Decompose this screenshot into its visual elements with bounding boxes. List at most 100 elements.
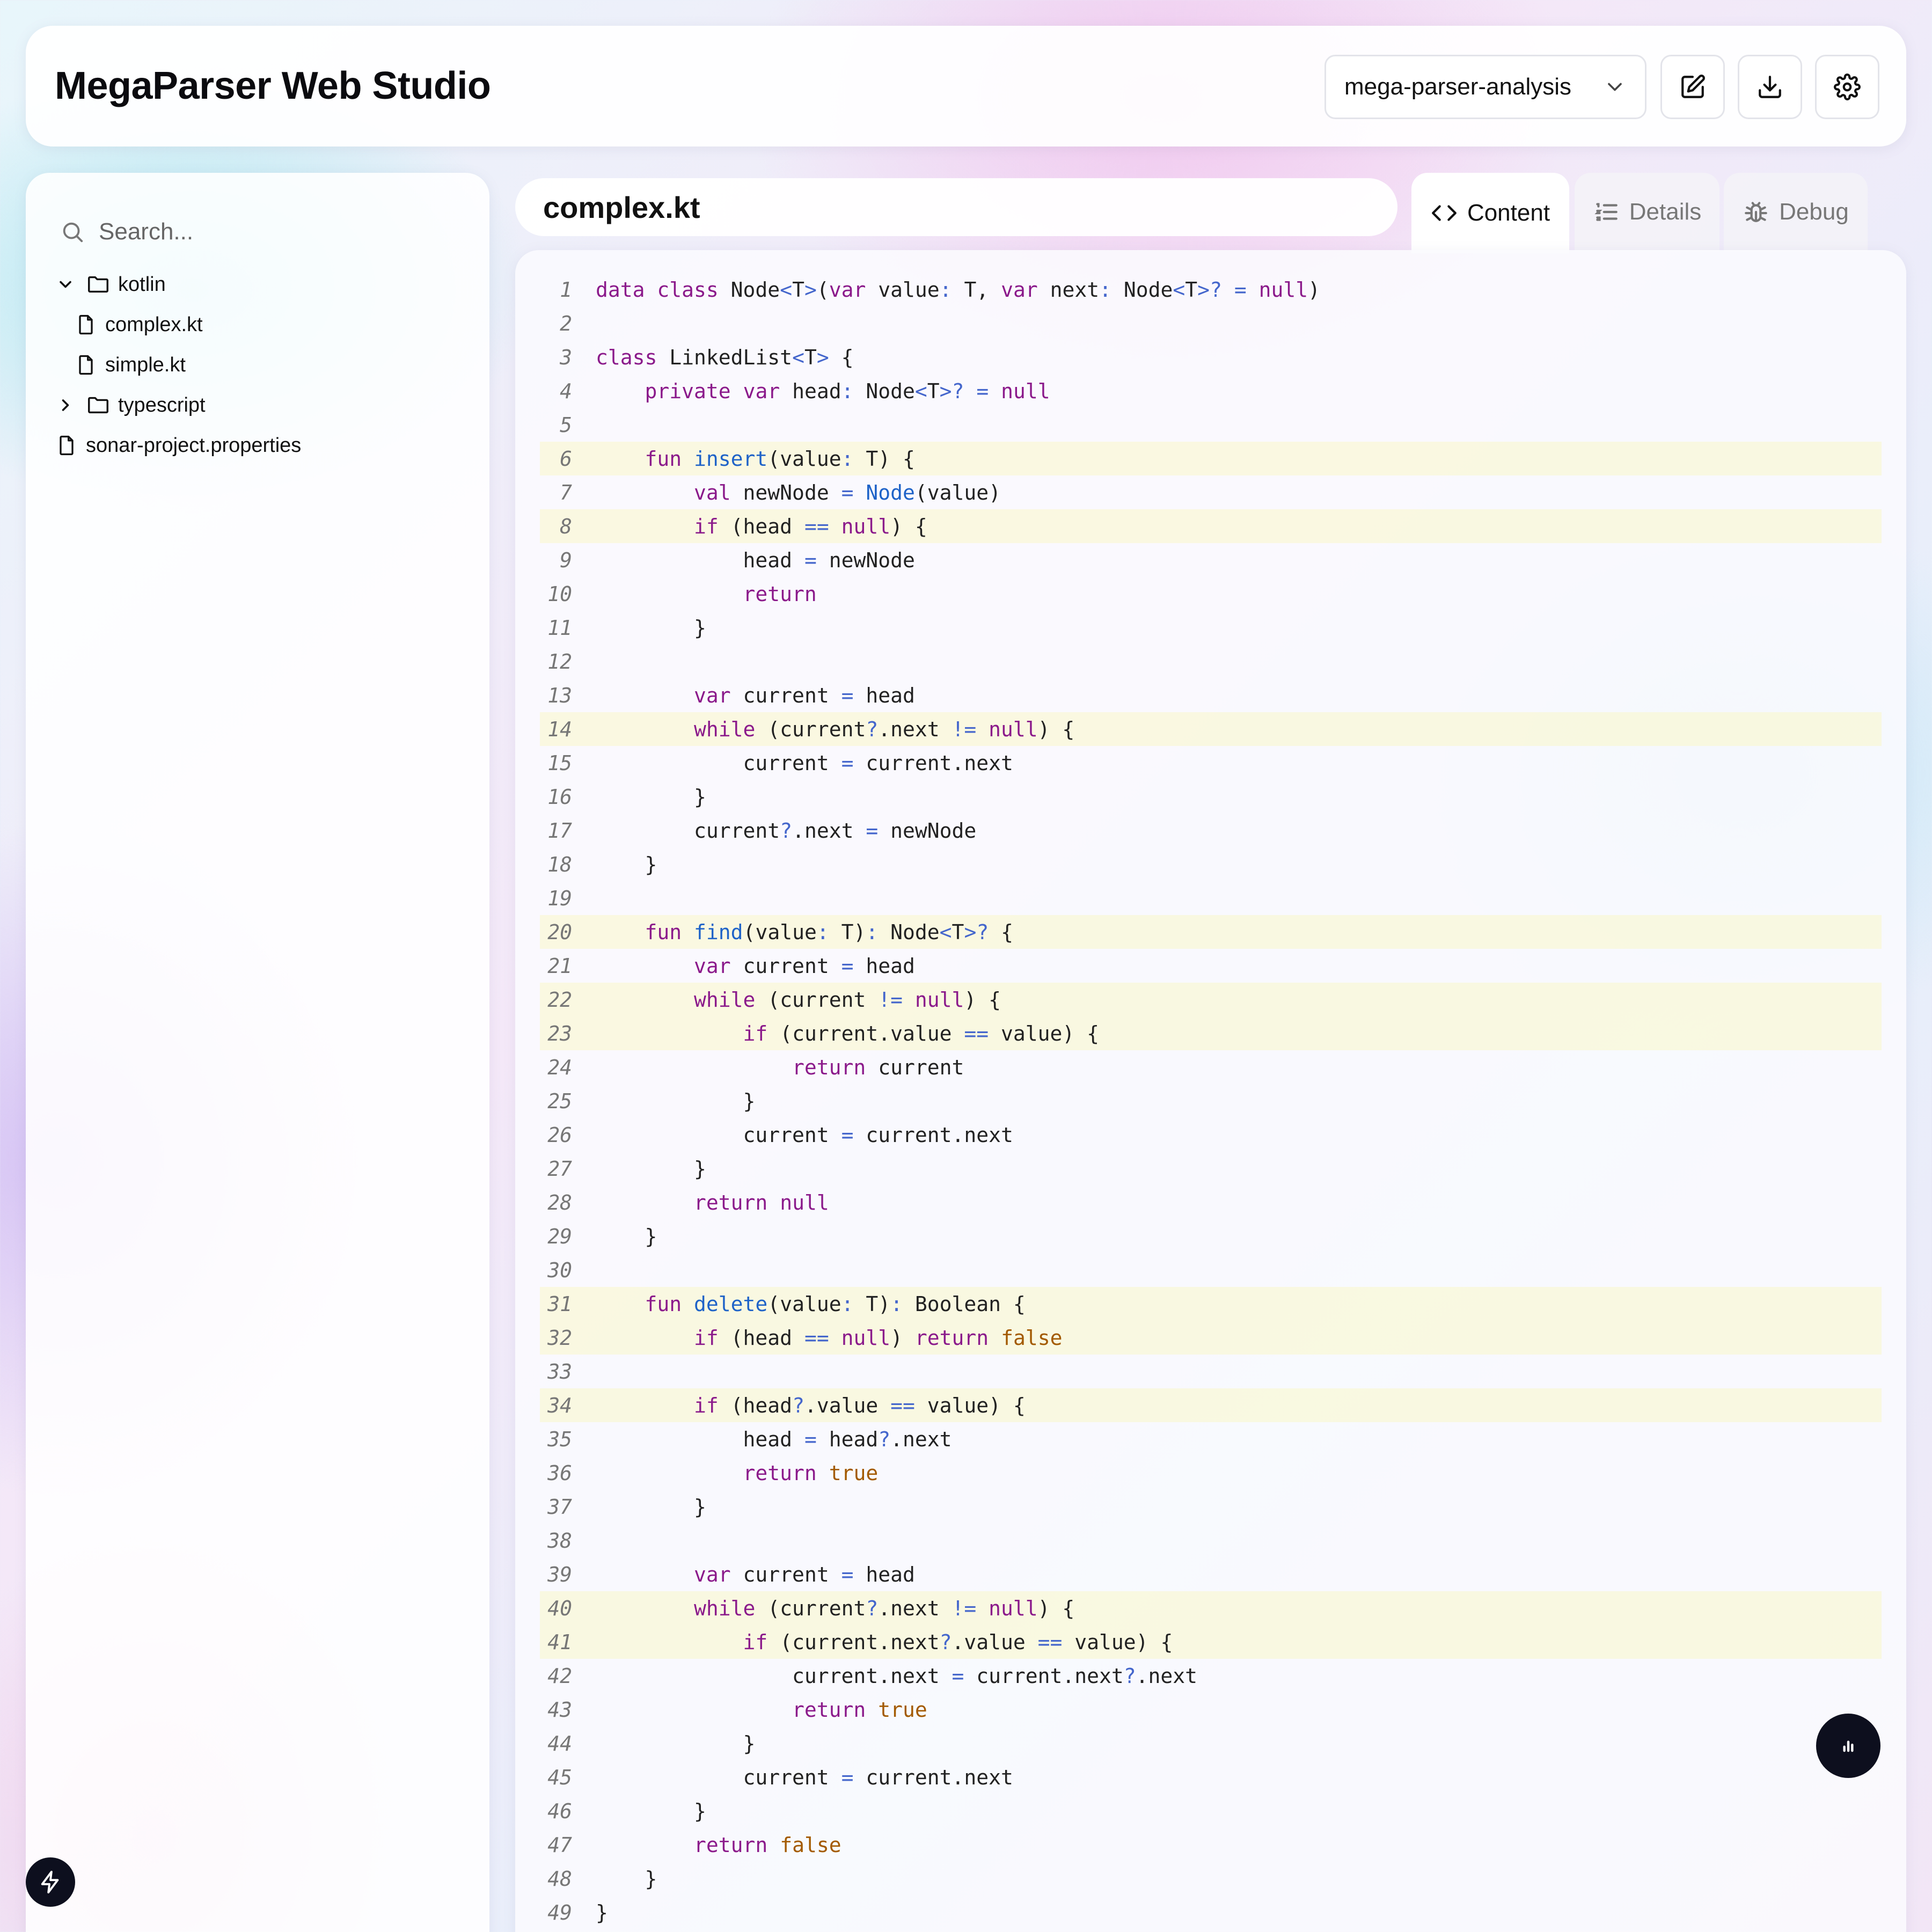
code-line: 38 — [540, 1524, 1882, 1557]
tab-label: Content — [1467, 200, 1550, 226]
code-line: 5 — [540, 408, 1882, 442]
file-icon — [60, 435, 74, 456]
code-line: 40 while (current?.next != null) { — [540, 1591, 1882, 1625]
line-text: return current — [792, 1055, 964, 1079]
file-title-bar: complex.kt — [515, 178, 1397, 236]
stats-fab-button[interactable] — [1816, 1714, 1880, 1778]
code-line: 14 while (current?.next != null) { — [540, 712, 1882, 746]
settings-button[interactable] — [1815, 55, 1879, 119]
code-line: 2 — [540, 306, 1882, 340]
line-number: 41 — [547, 1630, 572, 1654]
edit-button[interactable] — [1660, 55, 1725, 119]
tree-item-label: simple.kt — [105, 353, 186, 376]
code-line: 47 return false — [540, 1828, 1882, 1862]
line-number: 30 — [547, 1258, 572, 1282]
line-text: } — [596, 1157, 706, 1181]
tree-folder-typescript[interactable]: typescript — [56, 386, 206, 424]
line-text: } — [596, 1731, 756, 1755]
line-text: val newNode = Node(value) — [694, 480, 1001, 504]
tab-label: Debug — [1779, 199, 1849, 225]
code-line: 30 — [540, 1253, 1882, 1287]
search-icon — [63, 222, 83, 243]
code-line: 22 while (current != null) { — [540, 983, 1882, 1016]
line-text: return — [743, 582, 817, 606]
line-number: 18 — [547, 852, 572, 876]
line-text: var current = head — [694, 1562, 915, 1586]
code-line: 29 } — [540, 1219, 1882, 1253]
line-text: class LinkedList<T> { — [596, 345, 854, 369]
line-text: var current = head — [694, 683, 915, 707]
bug-icon — [1745, 202, 1767, 222]
line-text: fun find(value: T): Node<T>? { — [645, 920, 1013, 944]
tree-item-label: typescript — [118, 393, 206, 416]
line-number: 1 — [560, 277, 572, 302]
code-line: 20 fun find(value: T): Node<T>? { — [540, 915, 1882, 949]
line-number: 49 — [547, 1900, 572, 1924]
tree-file-sonar-project-properties[interactable]: sonar-project.properties — [55, 427, 301, 464]
tree-file-complex-kt[interactable]: complex.kt — [74, 306, 203, 343]
code-line: 36 return true — [540, 1456, 1882, 1490]
code-line: 26 current = current.next — [540, 1118, 1882, 1152]
line-number: 14 — [547, 717, 572, 741]
line-number: 24 — [547, 1055, 572, 1079]
line-number: 44 — [547, 1731, 572, 1755]
chevron-right-icon — [62, 399, 69, 411]
line-text: } — [596, 1867, 657, 1891]
tree-file-simple-kt[interactable]: simple.kt — [74, 346, 186, 384]
tab-details[interactable]: Details — [1575, 173, 1719, 251]
file-title: complex.kt — [543, 190, 700, 224]
code-line: 25 } — [540, 1084, 1882, 1118]
line-text: private var head: Node<T>? = null — [645, 379, 1050, 403]
line-text: } — [596, 1799, 706, 1823]
code-line: 31 fun delete(value: T): Boolean { — [540, 1287, 1882, 1321]
download-button[interactable] — [1738, 55, 1802, 119]
code-editor[interactable]: 1 data class Node<T>(var value: T, var ne… — [515, 250, 1906, 1932]
line-number: 43 — [547, 1697, 572, 1722]
line-text: if (head?.value == value) { — [694, 1393, 1026, 1417]
tree-folder-kotlin[interactable]: kotlin — [56, 266, 166, 303]
line-number: 17 — [547, 818, 572, 843]
line-text: if (current.value == value) { — [743, 1021, 1100, 1045]
line-text: } — [596, 1495, 706, 1519]
code-line: 43 return true — [540, 1693, 1882, 1726]
line-number: 45 — [547, 1765, 572, 1789]
line-number: 2 — [560, 311, 572, 335]
line-number: 34 — [547, 1393, 572, 1417]
file-icon — [79, 314, 93, 335]
search-input[interactable] — [99, 218, 421, 245]
line-text: if (head == null) return false — [694, 1326, 1063, 1350]
line-text: return true — [743, 1461, 879, 1485]
line-number: 39 — [547, 1562, 572, 1586]
code-line: 44 } — [540, 1726, 1882, 1760]
code-line: 46 } — [540, 1794, 1882, 1828]
line-number: 38 — [547, 1528, 572, 1553]
tab-debug[interactable]: Debug — [1724, 173, 1868, 251]
line-number: 12 — [547, 649, 572, 674]
code-line: 49} — [540, 1896, 1882, 1929]
line-number: 4 — [560, 379, 572, 403]
line-number: 36 — [547, 1461, 572, 1485]
code-line: 17 current?.next = newNode — [540, 814, 1882, 847]
project-select[interactable]: mega-parser-analysis — [1324, 55, 1646, 119]
code-line: 37 } — [540, 1490, 1882, 1524]
code-line: 1 data class Node<T>(var value: T, var ne… — [540, 273, 1882, 306]
line-text: head = newNode — [596, 548, 915, 572]
line-text: return true — [792, 1697, 927, 1722]
line-text: var current = head — [694, 954, 915, 978]
line-number: 35 — [547, 1427, 572, 1451]
code-lines: 1 data class Node<T>(var value: T, var ne… — [540, 273, 1882, 1929]
code-line: 39 var current = head — [540, 1557, 1882, 1591]
line-text: return false — [694, 1833, 841, 1857]
bolt-icon — [41, 1870, 59, 1894]
line-number: 20 — [547, 920, 572, 944]
code-line: 10 return — [540, 577, 1882, 611]
line-text: current = current.next — [596, 751, 1013, 775]
line-text: } — [596, 616, 706, 640]
folder-icon — [88, 397, 108, 414]
code-line: 9 head = newNode — [540, 543, 1882, 577]
code-line: 19 — [540, 881, 1882, 915]
line-number: 32 — [547, 1326, 572, 1350]
line-text: return null — [694, 1190, 829, 1214]
tab-content[interactable]: Content — [1411, 173, 1569, 253]
bolt-fab-button[interactable] — [26, 1857, 75, 1907]
